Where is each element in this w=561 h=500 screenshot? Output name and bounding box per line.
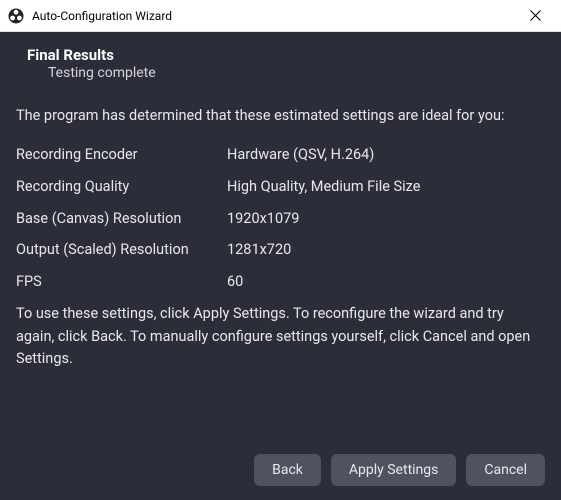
settings-label: Output (Scaled) Resolution [16, 236, 227, 264]
settings-value: 1920x1079 [227, 205, 545, 233]
settings-row: Base (Canvas) Resolution 1920x1079 [16, 205, 545, 233]
titlebar: Auto-Configuration Wizard [0, 0, 561, 32]
settings-value: High Quality, Medium File Size [227, 173, 545, 201]
footer-text: To use these settings, click Apply Setti… [16, 303, 545, 370]
settings-row: Output (Scaled) Resolution 1281x720 [16, 236, 545, 264]
page-subtitle: Testing complete [16, 65, 545, 81]
body-section: The program has determined that these es… [16, 105, 545, 371]
settings-label: Recording Quality [16, 173, 227, 201]
back-button[interactable]: Back [254, 454, 321, 486]
header-section: Final Results Testing complete [16, 46, 545, 81]
settings-label: FPS [16, 268, 227, 296]
close-button[interactable] [519, 0, 551, 32]
settings-row: FPS 60 [16, 268, 545, 296]
settings-label: Base (Canvas) Resolution [16, 205, 227, 233]
cancel-button[interactable]: Cancel [466, 454, 545, 486]
settings-value: 60 [227, 268, 545, 296]
spacer [16, 371, 545, 450]
settings-value: Hardware (QSV, H.264) [227, 141, 545, 169]
wizard-window: Auto-Configuration Wizard Final Results … [0, 0, 561, 500]
settings-row: Recording Encoder Hardware (QSV, H.264) [16, 141, 545, 169]
app-icon [8, 8, 24, 24]
settings-row: Recording Quality High Quality, Medium F… [16, 173, 545, 201]
apply-settings-button[interactable]: Apply Settings [331, 454, 456, 486]
intro-text: The program has determined that these es… [16, 105, 545, 127]
window-title: Auto-Configuration Wizard [32, 9, 519, 23]
button-row: Back Apply Settings Cancel [16, 450, 545, 486]
settings-label: Recording Encoder [16, 141, 227, 169]
close-icon [530, 10, 541, 21]
content-area: Final Results Testing complete The progr… [0, 32, 561, 500]
page-title: Final Results [16, 46, 545, 64]
settings-value: 1281x720 [227, 236, 545, 264]
